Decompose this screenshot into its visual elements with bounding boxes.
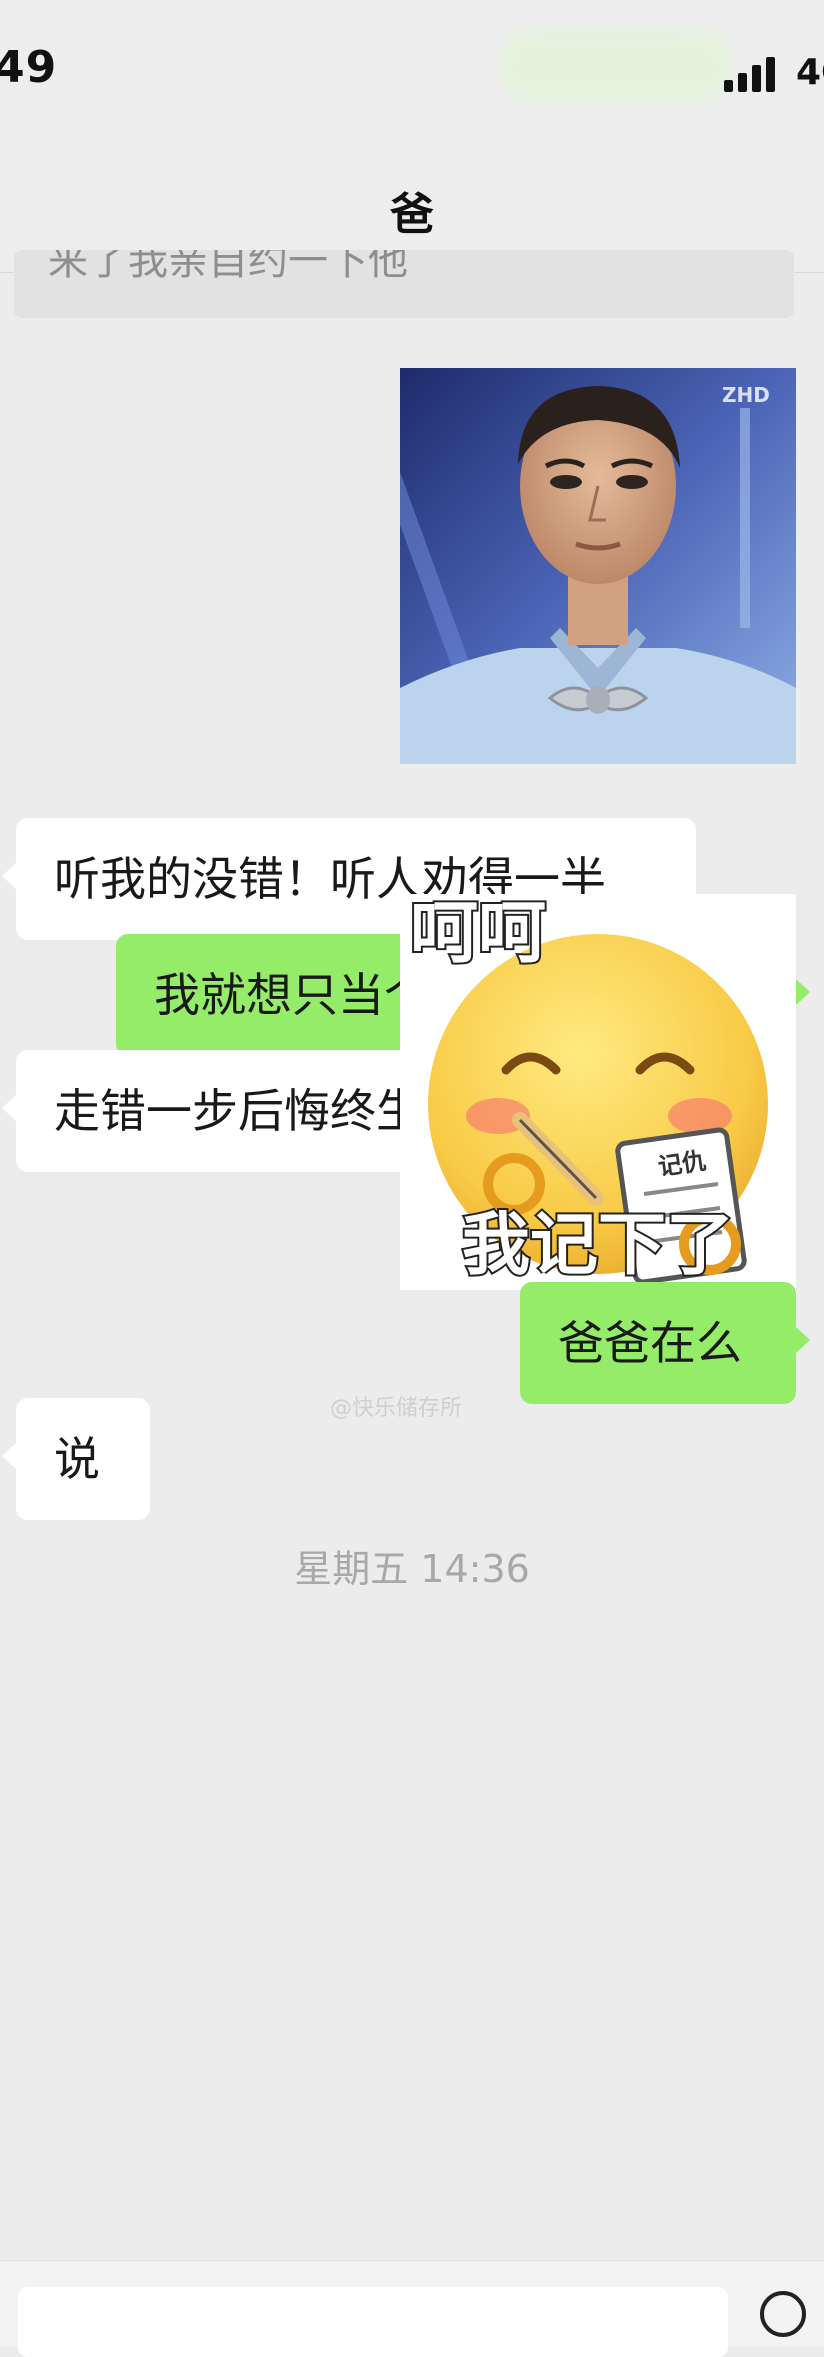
sticker-caption-top: 呵呵: [410, 894, 546, 973]
sticker-logo: ZHD: [722, 383, 770, 407]
outgoing-message-bubble[interactable]: 爸爸在么: [520, 1282, 810, 1404]
sticker-caption-bottom: 我记下了: [462, 1206, 734, 1285]
face-sticker[interactable]: ZHD: [400, 368, 796, 764]
status-highlight: [500, 30, 730, 100]
status-time: 49: [0, 42, 58, 93]
cellular-signal-icon: [724, 56, 784, 92]
message-text: 走错一步后悔终生: [54, 1084, 422, 1138]
status-bar: 49 4G: [0, 0, 824, 140]
smiley-sticker-image: 记仇 呵呵 我记下了: [400, 894, 796, 1290]
network-type: 4G: [796, 52, 824, 93]
message-text: 说: [54, 1432, 100, 1486]
incoming-message-bubble[interactable]: 说: [2, 1398, 150, 1520]
contact-name[interactable]: 爸: [0, 178, 824, 242]
message-text: 爸爸在么: [558, 1316, 742, 1370]
message-input[interactable]: [18, 2287, 728, 2357]
message-list[interactable]: ZHD 听我的没错！听人劝得一半 我就想只当个普通人就行了 @快乐储存所 走错一…: [0, 272, 824, 2260]
emoji-icon[interactable]: [760, 2291, 806, 2337]
chat-timestamp: 星期五 14:36: [294, 1547, 530, 1591]
watermark-text: @快乐储存所: [330, 1396, 463, 1421]
smiley-notes-sticker[interactable]: 记仇 呵呵 我记下了: [400, 894, 796, 1290]
face-sticker-image: ZHD: [400, 368, 796, 764]
message-input-bar: [0, 2260, 824, 2357]
